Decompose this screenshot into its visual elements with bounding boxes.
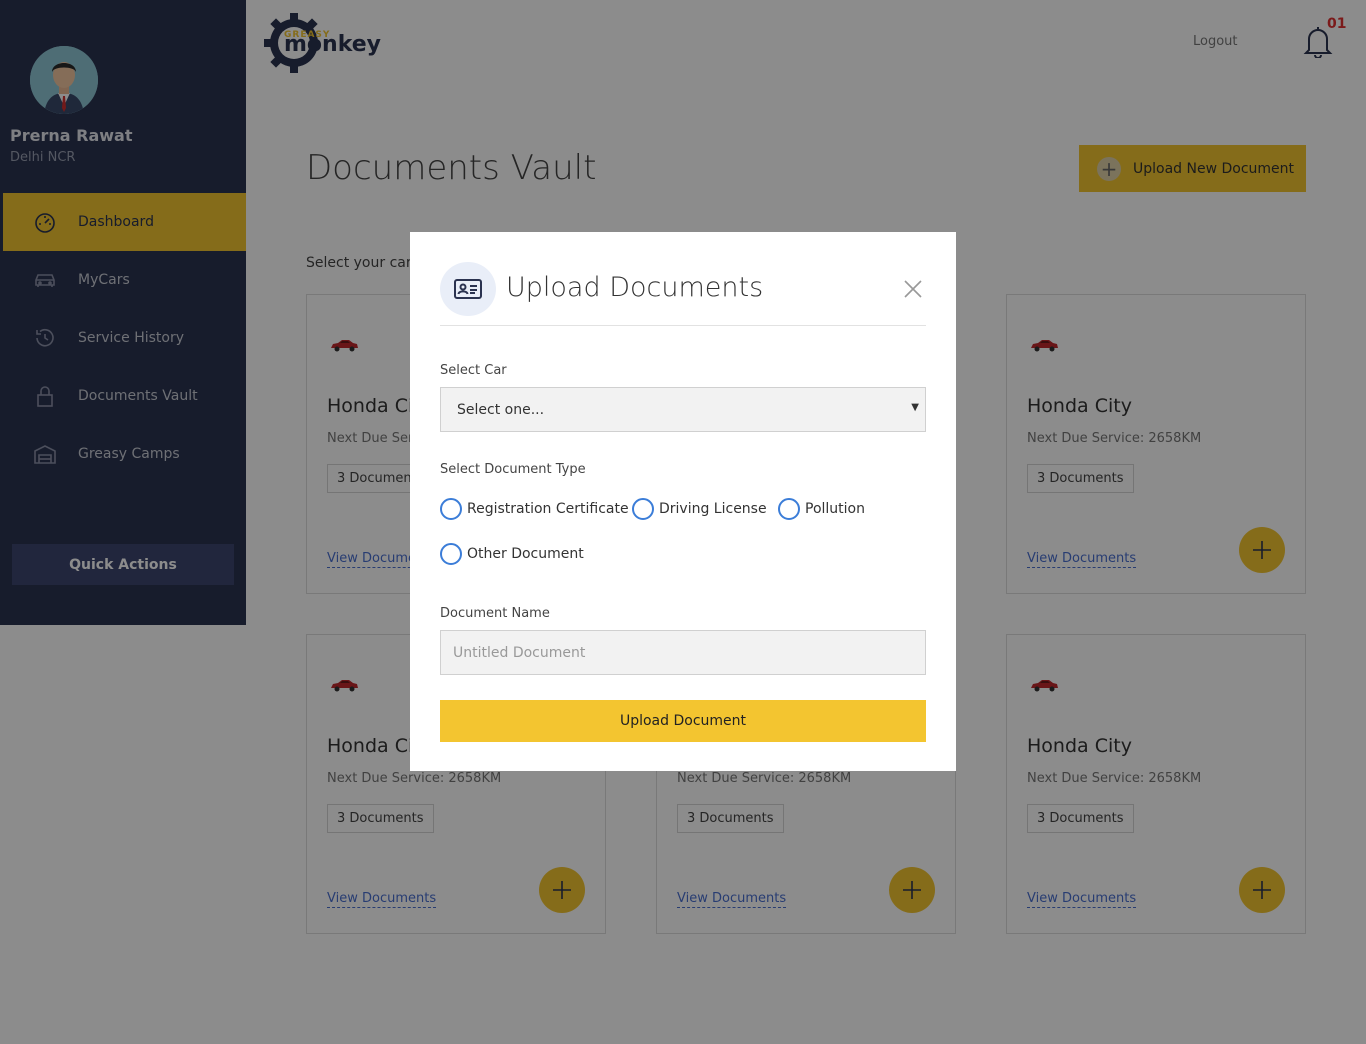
upload-documents-modal: Upload Documents Select Car Select one..…	[410, 232, 956, 771]
radio-circle-icon	[632, 498, 654, 520]
modal-divider	[440, 325, 926, 326]
document-type-label: Select Document Type	[440, 462, 586, 477]
radio-pollution[interactable]: Pollution	[778, 498, 865, 520]
modal-title: Upload Documents	[506, 272, 764, 303]
radio-circle-icon	[778, 498, 800, 520]
radio-registration-certificate[interactable]: Registration Certificate	[440, 498, 629, 520]
radio-circle-icon	[440, 543, 462, 565]
radio-label: Driving License	[659, 501, 767, 517]
radio-driving-license[interactable]: Driving License	[632, 498, 767, 520]
radio-other-document[interactable]: Other Document	[440, 543, 584, 565]
select-car-field-label: Select Car	[440, 363, 507, 378]
document-name-placeholder: Untitled Document	[453, 644, 586, 661]
upload-document-button[interactable]: Upload Document	[440, 700, 926, 742]
select-car-value: Select one...	[457, 401, 545, 418]
select-car-dropdown[interactable]: Select one... ▼	[440, 387, 926, 432]
radio-circle-icon	[440, 498, 462, 520]
radio-label: Registration Certificate	[467, 501, 629, 517]
document-name-input[interactable]: Untitled Document	[440, 630, 926, 675]
id-card-icon	[440, 262, 496, 316]
close-icon[interactable]	[902, 278, 924, 300]
document-name-label: Document Name	[440, 606, 550, 621]
radio-label: Pollution	[805, 501, 865, 517]
radio-label: Other Document	[467, 546, 584, 562]
dropdown-arrow-icon: ▼	[911, 402, 919, 413]
